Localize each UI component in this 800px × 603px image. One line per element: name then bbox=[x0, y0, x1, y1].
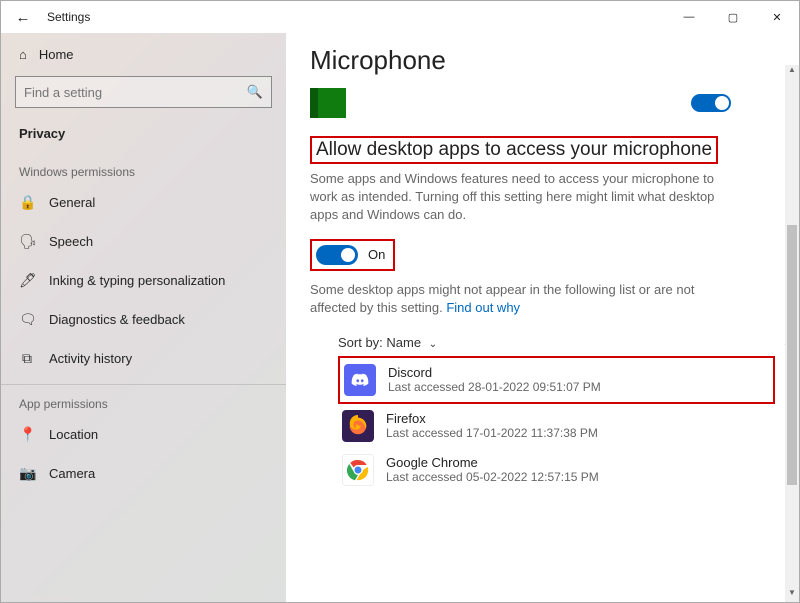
sidebar-item-label: Diagnostics & feedback bbox=[49, 312, 185, 327]
sidebar-item-speech[interactable]: 🗣 Speech bbox=[1, 222, 286, 261]
minimize-button[interactable]: — bbox=[667, 1, 711, 33]
sidebar-subhead-windows: Windows permissions bbox=[1, 159, 286, 183]
speech-icon: 🗣 bbox=[19, 233, 35, 250]
find-out-why-link[interactable]: Find out why bbox=[446, 300, 520, 315]
scrollbar[interactable]: ▲ ▼ bbox=[785, 65, 799, 602]
toggle-label: On bbox=[368, 247, 385, 262]
scroll-thumb[interactable] bbox=[787, 225, 797, 485]
activity-icon: ⧉ bbox=[19, 350, 35, 367]
sidebar-item-label: General bbox=[49, 195, 95, 210]
sidebar: ⌂ Home 🔍 Privacy Windows permissions 🔒 G… bbox=[1, 33, 286, 602]
back-button[interactable]: ← bbox=[9, 9, 37, 26]
search-input[interactable] bbox=[24, 85, 247, 100]
main-content: Microphone Allow desktop apps to access … bbox=[286, 33, 799, 602]
app-item-discord[interactable]: Discord Last accessed 28-01-2022 09:51:0… bbox=[338, 356, 775, 404]
app-item-firefox[interactable]: Firefox Last accessed 17-01-2022 11:37:3… bbox=[338, 404, 775, 448]
sidebar-item-diagnostics[interactable]: 🗨 Diagnostics & feedback bbox=[1, 300, 286, 339]
app-sub: Last accessed 17-01-2022 11:37:38 PM bbox=[386, 426, 598, 440]
app-sub: Last accessed 05-02-2022 12:57:15 PM bbox=[386, 470, 599, 484]
search-box[interactable]: 🔍 bbox=[15, 76, 272, 108]
search-icon: 🔍 bbox=[247, 84, 263, 100]
home-icon: ⌂ bbox=[19, 47, 27, 62]
sidebar-item-label: Location bbox=[49, 427, 98, 442]
window-title: Settings bbox=[47, 10, 90, 24]
app-sub: Last accessed 28-01-2022 09:51:07 PM bbox=[388, 380, 601, 394]
sidebar-item-activity[interactable]: ⧉ Activity history bbox=[1, 339, 286, 378]
sidebar-item-camera[interactable]: 📷 Camera bbox=[1, 454, 286, 493]
titlebar: ← Settings — ▢ ✕ bbox=[1, 1, 799, 33]
section-title: Allow desktop apps to access your microp… bbox=[310, 136, 775, 164]
chrome-icon bbox=[342, 454, 374, 486]
sidebar-item-location[interactable]: 📍 Location bbox=[1, 415, 286, 454]
sidebar-current: Privacy bbox=[1, 118, 286, 159]
chevron-down-icon: ⌄ bbox=[429, 339, 437, 350]
sidebar-item-label: Camera bbox=[49, 466, 95, 481]
scroll-down-icon[interactable]: ▼ bbox=[785, 588, 799, 602]
sidebar-item-label: Activity history bbox=[49, 351, 132, 366]
sidebar-item-label: Speech bbox=[49, 234, 93, 249]
lock-icon: 🔒 bbox=[19, 194, 35, 211]
sidebar-home[interactable]: ⌂ Home bbox=[1, 39, 286, 70]
page-title: Microphone bbox=[310, 45, 775, 76]
sort-by[interactable]: Sort by: Name ⌄ bbox=[338, 335, 775, 350]
discord-icon bbox=[344, 364, 376, 396]
camera-icon: 📷 bbox=[19, 465, 35, 482]
desktop-apps-toggle[interactable] bbox=[316, 245, 358, 265]
app-item-chrome[interactable]: Google Chrome Last accessed 05-02-2022 1… bbox=[338, 448, 775, 492]
sidebar-home-label: Home bbox=[39, 47, 74, 62]
inking-icon: 🖊 bbox=[19, 272, 35, 289]
prev-toggle[interactable] bbox=[691, 94, 731, 112]
divider bbox=[1, 384, 286, 385]
app-name: Google Chrome bbox=[386, 455, 599, 470]
app-name: Discord bbox=[388, 365, 601, 380]
section-description: Some apps and Windows features need to a… bbox=[310, 170, 730, 225]
scroll-up-icon[interactable]: ▲ bbox=[785, 65, 799, 79]
note-text: Some desktop apps might not appear in th… bbox=[310, 281, 730, 317]
sidebar-item-general[interactable]: 🔒 General bbox=[1, 183, 286, 222]
feedback-icon: 🗨 bbox=[19, 311, 35, 328]
sidebar-item-label: Inking & typing personalization bbox=[49, 273, 225, 288]
prev-app-row bbox=[310, 84, 775, 122]
app-name: Firefox bbox=[386, 411, 598, 426]
maximize-button[interactable]: ▢ bbox=[711, 1, 755, 33]
sidebar-subhead-app: App permissions bbox=[1, 391, 286, 415]
firefox-icon bbox=[342, 410, 374, 442]
xbox-icon bbox=[310, 88, 346, 118]
location-icon: 📍 bbox=[19, 426, 35, 443]
close-button[interactable]: ✕ bbox=[755, 1, 799, 33]
sidebar-item-inking[interactable]: 🖊 Inking & typing personalization bbox=[1, 261, 286, 300]
